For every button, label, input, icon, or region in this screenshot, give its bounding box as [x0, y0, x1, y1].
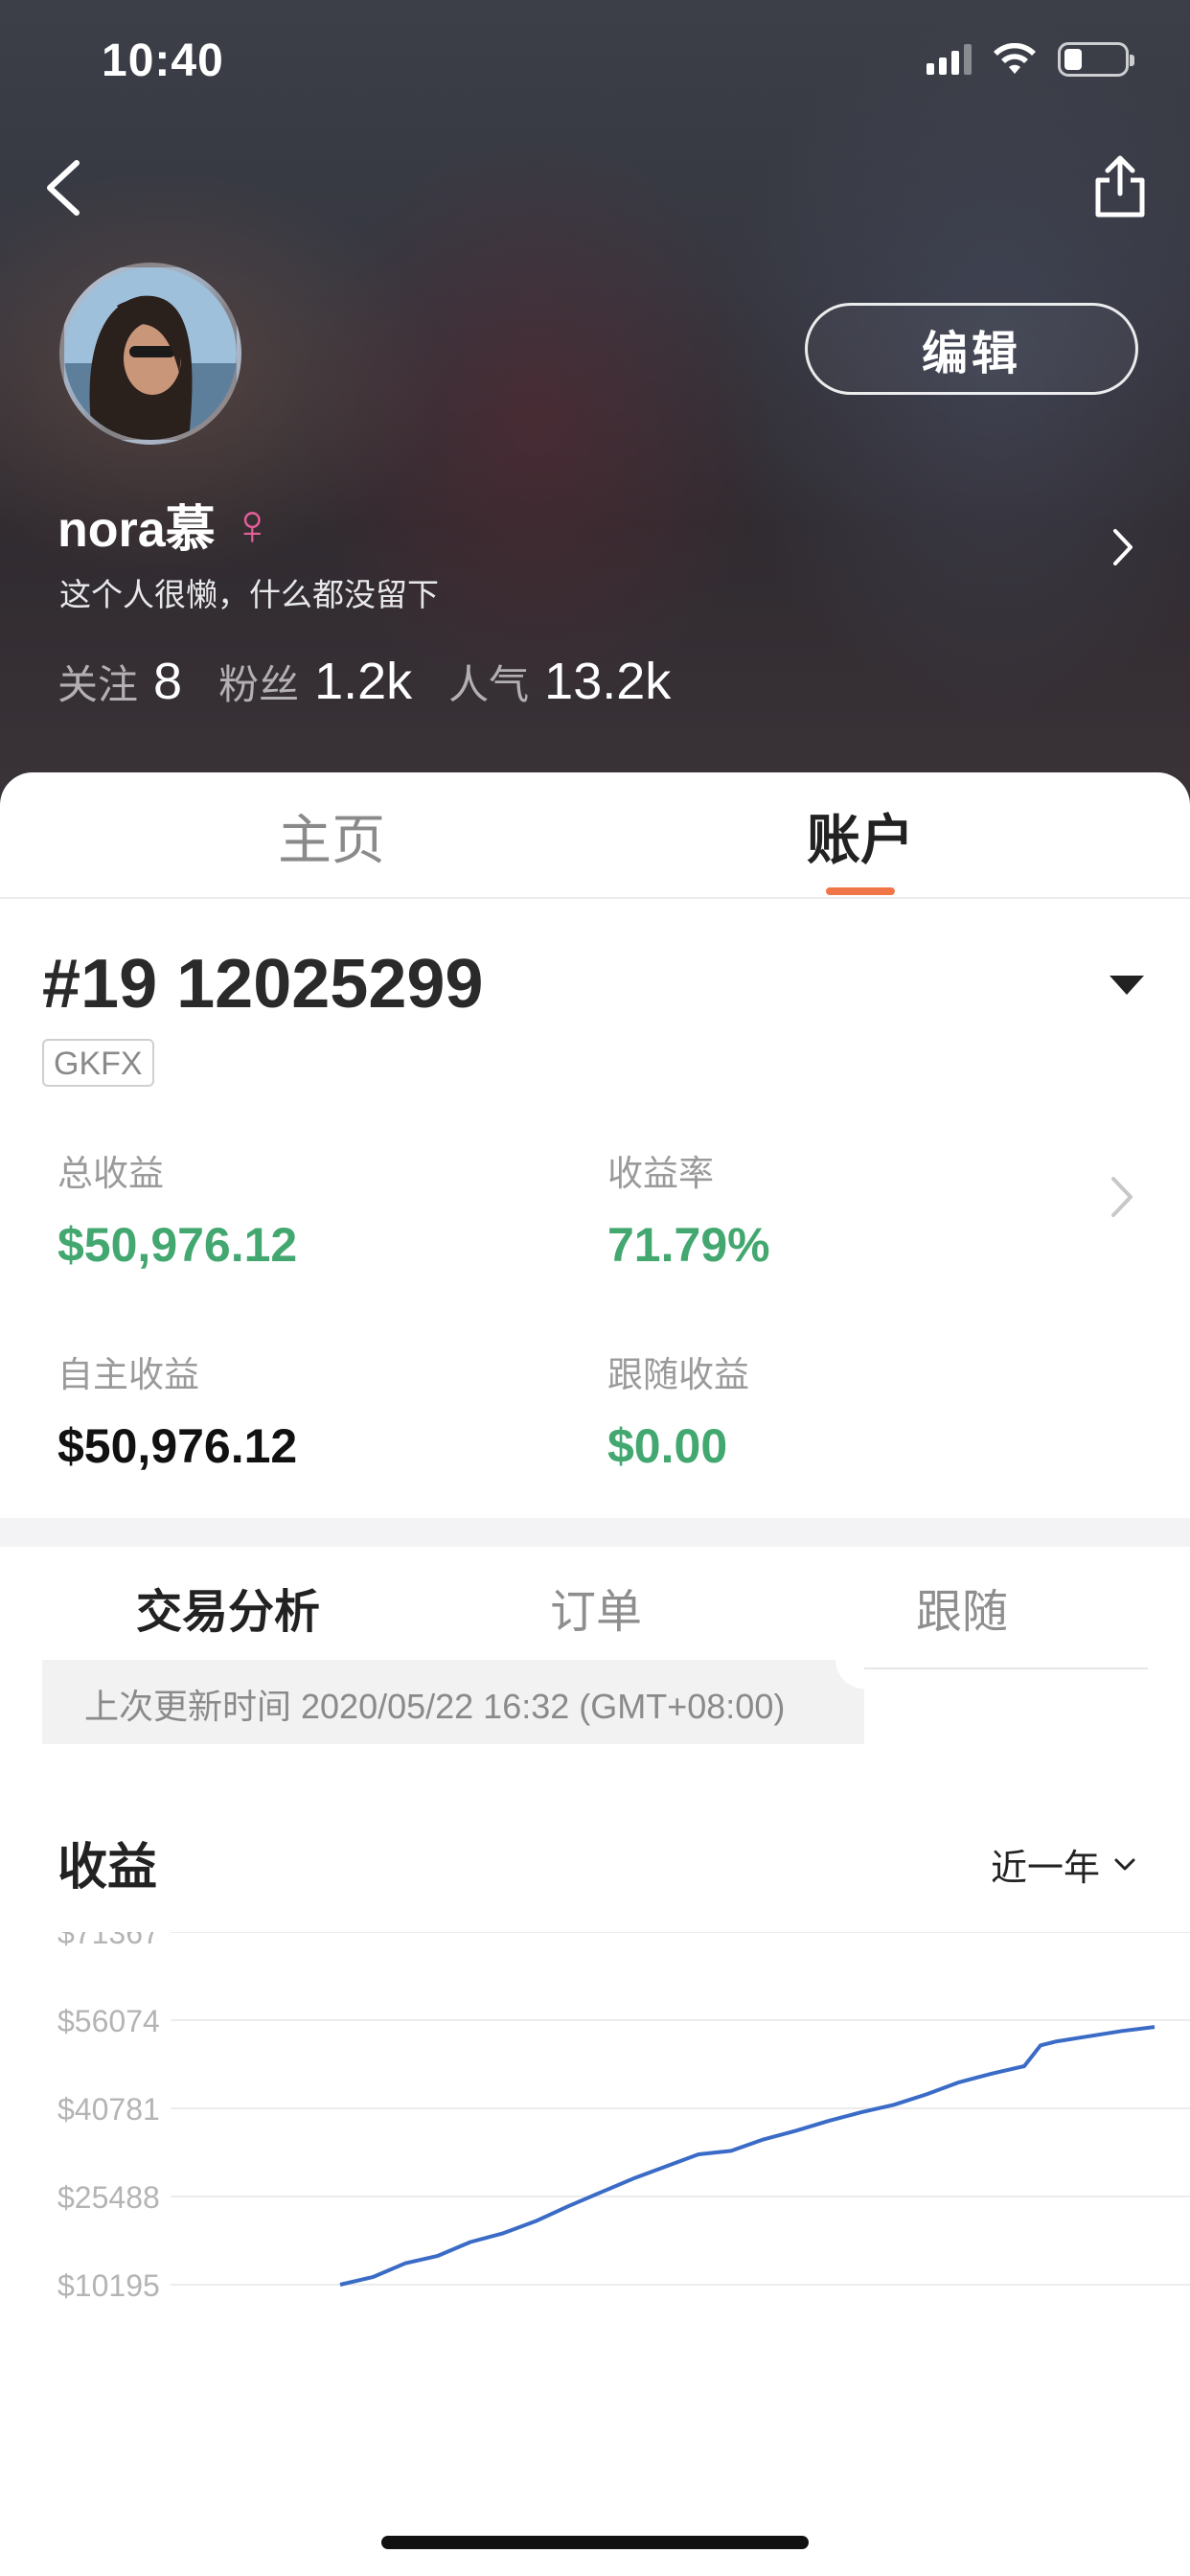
wifi-icon	[994, 43, 1036, 74]
y-tick-label: $40781	[57, 2092, 160, 2127]
edit-profile-button[interactable]: 编辑	[805, 303, 1138, 395]
metric-value: $0.00	[607, 1419, 728, 1473]
tab-orders[interactable]: 订单	[550, 1574, 642, 1641]
metric-label: 总收益	[57, 1154, 164, 1193]
status-icons	[927, 42, 1134, 77]
tab-follow[interactable]: 跟随	[916, 1574, 1008, 1641]
share-icon[interactable]	[1088, 153, 1152, 220]
metric-return-rate: 收益率 71.79%	[607, 1144, 770, 1273]
account-sheet: 主页 账户 #19 12025299 GKFX 总收益 $50,976.12 收…	[0, 772, 1190, 2576]
tab-account[interactable]: 账户	[807, 797, 914, 875]
female-gender-icon: ♀	[230, 492, 274, 557]
chevron-right-icon[interactable]	[1108, 1173, 1136, 1221]
chevron-down-icon	[1114, 1858, 1135, 1870]
followers-label: 粉丝	[218, 662, 300, 707]
chevron-right-icon[interactable]	[1110, 525, 1136, 569]
account-number: #19 12025299	[42, 946, 484, 1023]
range-label: 近一年	[990, 1849, 1100, 1889]
y-tick-label: $25488	[57, 2180, 160, 2215]
y-tick-label: $71367	[57, 1932, 160, 1950]
metric-label: 跟随收益	[607, 1355, 749, 1394]
y-tick-label: $56074	[57, 2004, 160, 2038]
metric-value: $50,976.12	[57, 1218, 298, 1272]
avatar-photo	[64, 267, 237, 440]
home-indicator	[381, 2536, 809, 2549]
metric-value: $50,976.12	[57, 1419, 298, 1473]
broker-badge: GKFX	[42, 1039, 154, 1087]
metric-label: 自主收益	[57, 1355, 199, 1394]
popularity-count: 13.2k	[544, 653, 672, 710]
avatar[interactable]	[59, 263, 241, 445]
user-bio: 这个人很懒，什么都没留下	[59, 577, 439, 612]
earnings-title: 收益	[57, 1840, 158, 1896]
followers-count[interactable]: 1.2k	[314, 652, 412, 711]
profile-stats: 关注 8 粉丝 1.2k 人气 13.2k	[57, 652, 707, 711]
popularity-label: 人气	[448, 662, 530, 707]
y-tick-label: $10195	[57, 2268, 160, 2303]
earnings-line-chart: $71367 $56074 $40781 $25488 $10195	[57, 1932, 1190, 2303]
last-update-text: 上次更新时间 2020/05/22 16:32 (GMT+08:00)	[84, 1687, 786, 1726]
profile-header: 10:40 编辑 nora慕 ♀ 这个人很懒，什么都没留下 关注 8 粉丝 1.…	[0, 0, 1190, 805]
user-name: nora慕	[57, 502, 216, 558]
analysis-tabs: 交易分析 订单 跟随	[42, 1547, 1148, 1669]
earnings-chart: $71367 $56074 $40781 $25488 $10195	[0, 1932, 1190, 2315]
tab-trade-analysis[interactable]: 交易分析	[136, 1574, 320, 1641]
back-arrow-icon[interactable]	[38, 153, 92, 222]
metric-value: 71.79%	[607, 1218, 770, 1272]
metric-follow-profit: 跟随收益 $0.00	[607, 1346, 749, 1474]
range-dropdown[interactable]: 近一年	[991, 1838, 1136, 1891]
metric-total-profit: 总收益 $50,976.12	[57, 1144, 297, 1273]
last-update-banner: 上次更新时间 2020/05/22 16:32 (GMT+08:00)	[42, 1660, 864, 1744]
battery-icon	[1058, 42, 1134, 77]
cellular-signal-icon	[927, 44, 972, 75]
series-line	[339, 2025, 1156, 2287]
following-count[interactable]: 8	[153, 652, 182, 711]
status-time: 10:40	[102, 35, 224, 86]
section-divider	[0, 1518, 1190, 1547]
active-tab-indicator	[826, 887, 895, 895]
following-label: 关注	[57, 662, 139, 707]
caret-down-icon[interactable]	[1108, 974, 1146, 997]
name-row[interactable]: nora慕 ♀	[57, 489, 274, 561]
tab-home[interactable]: 主页	[278, 797, 385, 875]
metric-self-profit: 自主收益 $50,976.12	[57, 1346, 297, 1474]
main-tabs: 主页 账户	[0, 772, 1190, 899]
metric-label: 收益率	[607, 1154, 714, 1193]
